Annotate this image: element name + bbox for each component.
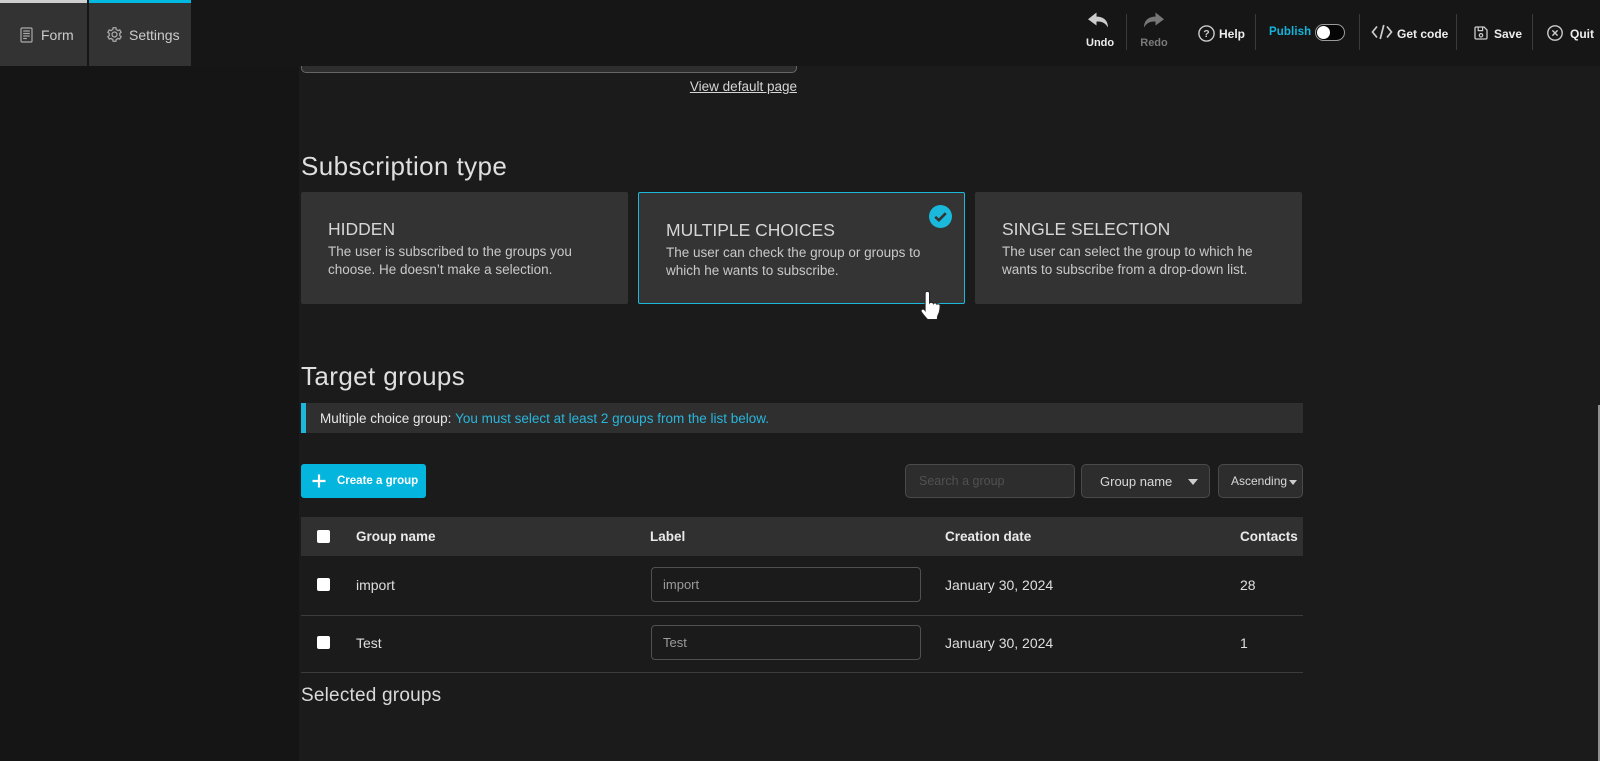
svg-text:?: ? [1203,28,1209,40]
